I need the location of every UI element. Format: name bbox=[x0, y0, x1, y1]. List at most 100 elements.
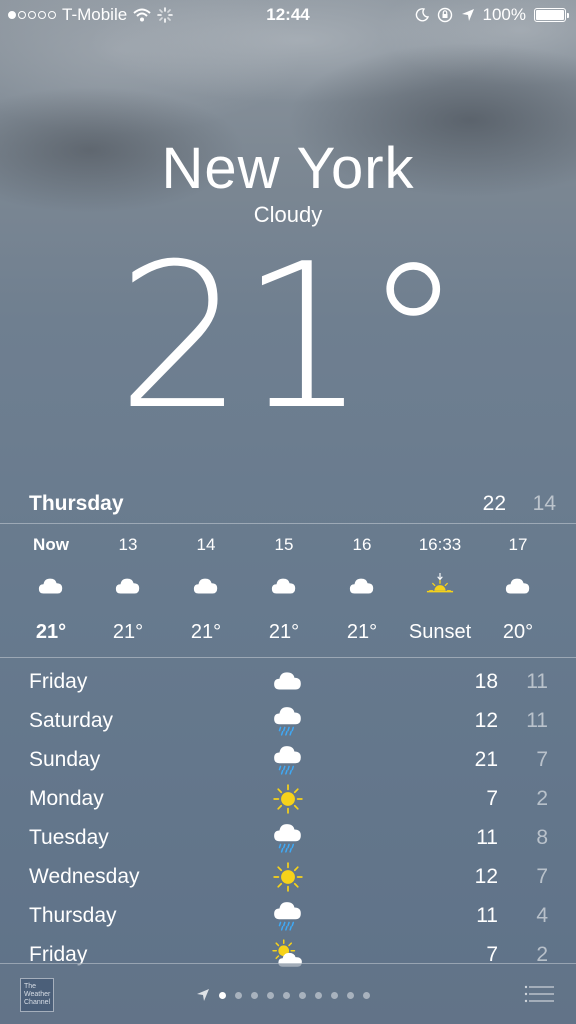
hour-icon bbox=[37, 573, 65, 597]
hour-temperature: 21° bbox=[112, 621, 144, 643]
cloud-icon bbox=[271, 578, 296, 594]
divider bbox=[0, 523, 576, 524]
city-list-button[interactable] bbox=[524, 984, 554, 1004]
hour-temperature: Sunset bbox=[408, 621, 472, 643]
today-high: 22 bbox=[482, 492, 506, 515]
hour-time: 14 bbox=[196, 535, 216, 554]
day-icon bbox=[272, 744, 304, 775]
sun-icon bbox=[273, 862, 303, 892]
cloud-icon bbox=[274, 672, 301, 690]
day-icon bbox=[272, 861, 304, 892]
status-right: 100% bbox=[415, 5, 569, 25]
day-name: Friday bbox=[29, 670, 88, 693]
hourly-forecast[interactable]: Now 21° 13 21° 14 21° 15 21° 16 21° 16:33 Sunset 17 2… bbox=[0, 525, 576, 657]
current-temperature: 21° bbox=[116, 221, 464, 454]
day-name: Tuesday bbox=[29, 826, 109, 849]
page-dot[interactable] bbox=[235, 991, 242, 999]
today-low: 14 bbox=[532, 492, 556, 515]
daily-row: Sunday 21 7 bbox=[0, 738, 576, 777]
daily-forecast[interactable]: Friday 18 11 Saturday 12 11 Sunday 21 7 Monday 7 2 T… bbox=[0, 660, 576, 972]
current-location-icon bbox=[197, 989, 209, 1001]
rain-icon bbox=[274, 902, 301, 931]
daily-row: Friday 18 11 bbox=[0, 660, 576, 699]
page-dot[interactable] bbox=[363, 991, 370, 999]
page-dot[interactable] bbox=[251, 991, 258, 999]
sunset-icon bbox=[426, 573, 454, 593]
day-low: 4 bbox=[536, 904, 548, 927]
daily-row: Saturday 12 11 bbox=[0, 699, 576, 738]
day-name: Monday bbox=[29, 787, 104, 810]
day-low: 8 bbox=[536, 826, 548, 849]
today-day: Thursday bbox=[29, 492, 124, 515]
hour-time: 16 bbox=[352, 535, 372, 554]
sun-icon bbox=[273, 784, 303, 814]
bottom-toolbar: The Weather Channel bbox=[0, 963, 576, 1024]
cloud-icon bbox=[115, 578, 140, 594]
rain-icon bbox=[274, 746, 301, 775]
page-dot[interactable] bbox=[331, 991, 338, 999]
city-name: New York bbox=[161, 136, 415, 201]
rain-icon bbox=[274, 824, 301, 853]
cloud-icon bbox=[38, 578, 63, 594]
divider bbox=[0, 657, 576, 658]
day-icon bbox=[272, 705, 304, 736]
location-arrow-icon bbox=[461, 9, 474, 21]
hour-icon bbox=[426, 573, 454, 597]
hour-icon bbox=[270, 573, 298, 597]
hour-temperature: 21° bbox=[346, 621, 378, 643]
page-dot[interactable] bbox=[347, 991, 354, 999]
page-dot[interactable] bbox=[315, 991, 322, 999]
battery-icon bbox=[534, 8, 569, 22]
day-high: 11 bbox=[476, 904, 498, 927]
hour-time: 17 bbox=[508, 535, 528, 554]
day-high: 11 bbox=[476, 826, 498, 849]
cloud-icon bbox=[193, 578, 218, 594]
moon-icon bbox=[415, 8, 429, 22]
daily-row: Monday 7 2 bbox=[0, 777, 576, 816]
day-low: 11 bbox=[526, 670, 548, 693]
day-high: 18 bbox=[474, 670, 498, 693]
day-name: Thursday bbox=[29, 904, 117, 927]
hour-icon bbox=[348, 573, 376, 597]
day-icon bbox=[272, 783, 304, 814]
hour-temperature: 20° bbox=[502, 621, 534, 643]
daily-row: Thursday 11 4 bbox=[0, 894, 576, 933]
page-indicator[interactable] bbox=[196, 988, 370, 1002]
today-summary: Thursday 22 14 bbox=[29, 490, 556, 520]
hour-time: 16:33 bbox=[418, 535, 462, 554]
day-high: 21 bbox=[474, 748, 498, 771]
hour-time: 15 bbox=[274, 535, 294, 554]
day-low: 2 bbox=[536, 787, 548, 810]
hour-icon bbox=[504, 573, 532, 597]
hour-icon bbox=[114, 573, 142, 597]
cloud-icon bbox=[349, 578, 374, 594]
day-icon bbox=[272, 900, 304, 931]
day-icon bbox=[272, 822, 304, 853]
day-name: Wednesday bbox=[29, 865, 140, 888]
hour-temperature: 21° bbox=[268, 621, 300, 643]
day-low: 7 bbox=[536, 865, 548, 888]
day-high: 7 bbox=[486, 787, 498, 810]
rotation-lock-icon bbox=[437, 7, 452, 23]
page-dot[interactable] bbox=[283, 991, 290, 999]
rain-icon bbox=[274, 707, 301, 736]
daily-row: Wednesday 12 7 bbox=[0, 855, 576, 894]
hour-time: 13 bbox=[118, 535, 138, 554]
page-dot[interactable] bbox=[299, 991, 306, 999]
page-dot[interactable] bbox=[267, 991, 274, 999]
day-high: 12 bbox=[474, 709, 498, 732]
hour-temperature: 21° bbox=[190, 621, 222, 643]
hour-temperature: 21° bbox=[35, 621, 67, 643]
day-icon bbox=[272, 666, 304, 696]
hour-icon bbox=[192, 573, 220, 597]
hour-time: Now bbox=[33, 535, 69, 554]
day-name: Saturday bbox=[29, 709, 114, 732]
page-dot[interactable] bbox=[219, 991, 226, 999]
battery-percentage: 100% bbox=[482, 5, 526, 24]
weather-channel-logo[interactable]: The Weather Channel bbox=[20, 978, 54, 1012]
cloud-icon bbox=[505, 578, 530, 594]
daily-row: Tuesday 11 8 bbox=[0, 816, 576, 855]
day-low: 11 bbox=[526, 709, 548, 732]
day-name: Sunday bbox=[29, 748, 101, 771]
day-high: 12 bbox=[474, 865, 498, 888]
